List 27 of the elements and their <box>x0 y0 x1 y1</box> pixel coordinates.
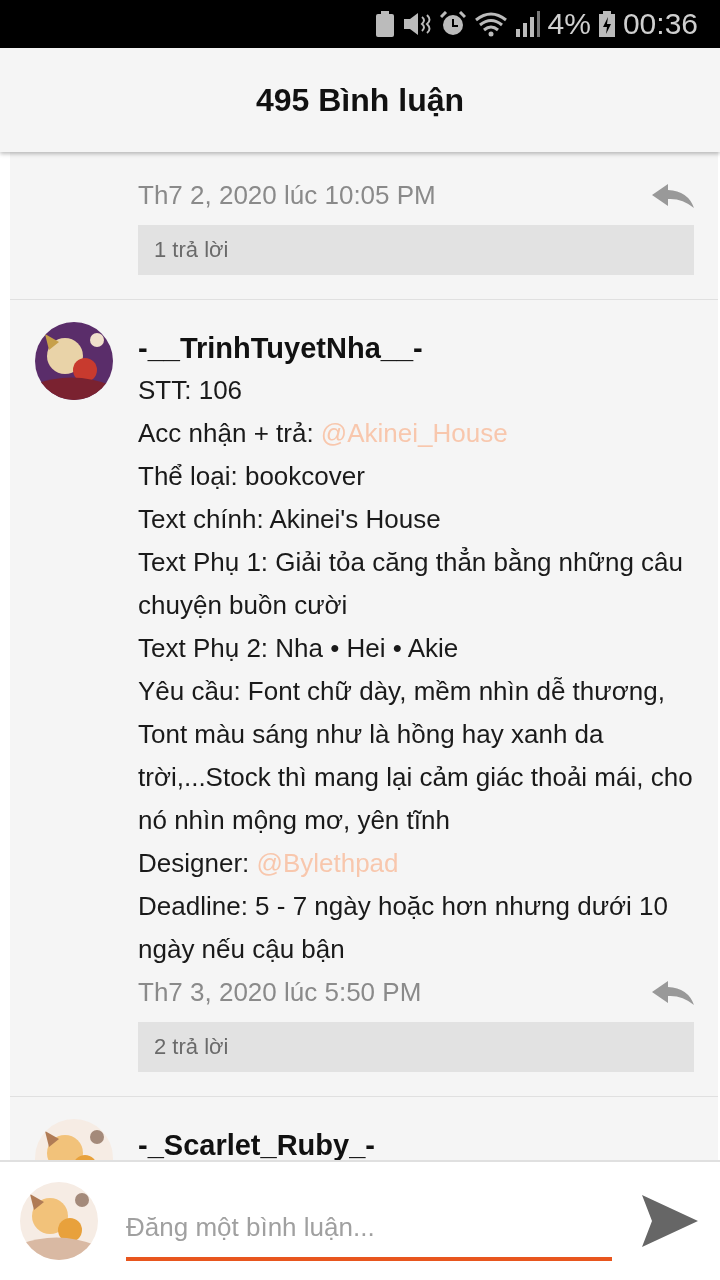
clock: 00:36 <box>622 7 698 41</box>
comment-text: Deadline: 5 - 7 ngày hoặc hơn nhưng dưới 10 ngày nếu cậu bận <box>138 890 670 966</box>
send-icon <box>642 1195 698 1247</box>
replies-button[interactable]: 2 trả lời <box>138 1022 694 1072</box>
comment-text: Yêu cầu: Font chữ dày, mềm nhìn dễ thương, Tont màu sáng như là hồng hay xanh da trời,...Stock thì mang lại cảm giác thoải mái, cho nó nhìn mộng mơ, yên tĩnh <box>138 675 694 837</box>
charging-icon <box>598 11 615 37</box>
comment-input[interactable]: Đăng một bình luận... <box>126 1197 612 1261</box>
comment-time: Th7 3, 2020 lúc 5:50 PM <box>138 977 422 1008</box>
battery-level: 4% <box>547 7 591 41</box>
comment-text: Acc nhận + trả: @Akinei_House <box>138 417 509 450</box>
comment-author[interactable]: -__TrinhTuyetNha__- <box>138 332 694 365</box>
wifi-icon <box>473 11 508 37</box>
comment-text: Text chính: Akinei's House <box>138 503 442 536</box>
comment-text: Text Phụ 2: Nha • Hei • Akie <box>138 632 460 665</box>
comment-text: Designer: @Bylethpad <box>138 847 400 880</box>
comment-time: Th7 2, 2020 lúc 10:05 PM <box>138 180 436 211</box>
comment-text: Thể loại: bookcover <box>138 460 366 493</box>
signal-icon <box>515 11 540 37</box>
replies-button[interactable]: 1 trả lời <box>138 225 694 275</box>
comment-text: Text Phụ 1: Giải tỏa căng thẳn bằng những câu chuyện buồn cười <box>138 546 684 622</box>
send-button[interactable] <box>642 1195 698 1247</box>
comment-text: STT: 106 <box>138 374 244 407</box>
reply-icon[interactable] <box>652 980 694 1005</box>
reply-icon[interactable] <box>652 183 694 208</box>
battery-icon <box>375 11 394 37</box>
page-title: 495 Bình luận <box>255 81 464 119</box>
alarm-icon <box>439 11 466 37</box>
